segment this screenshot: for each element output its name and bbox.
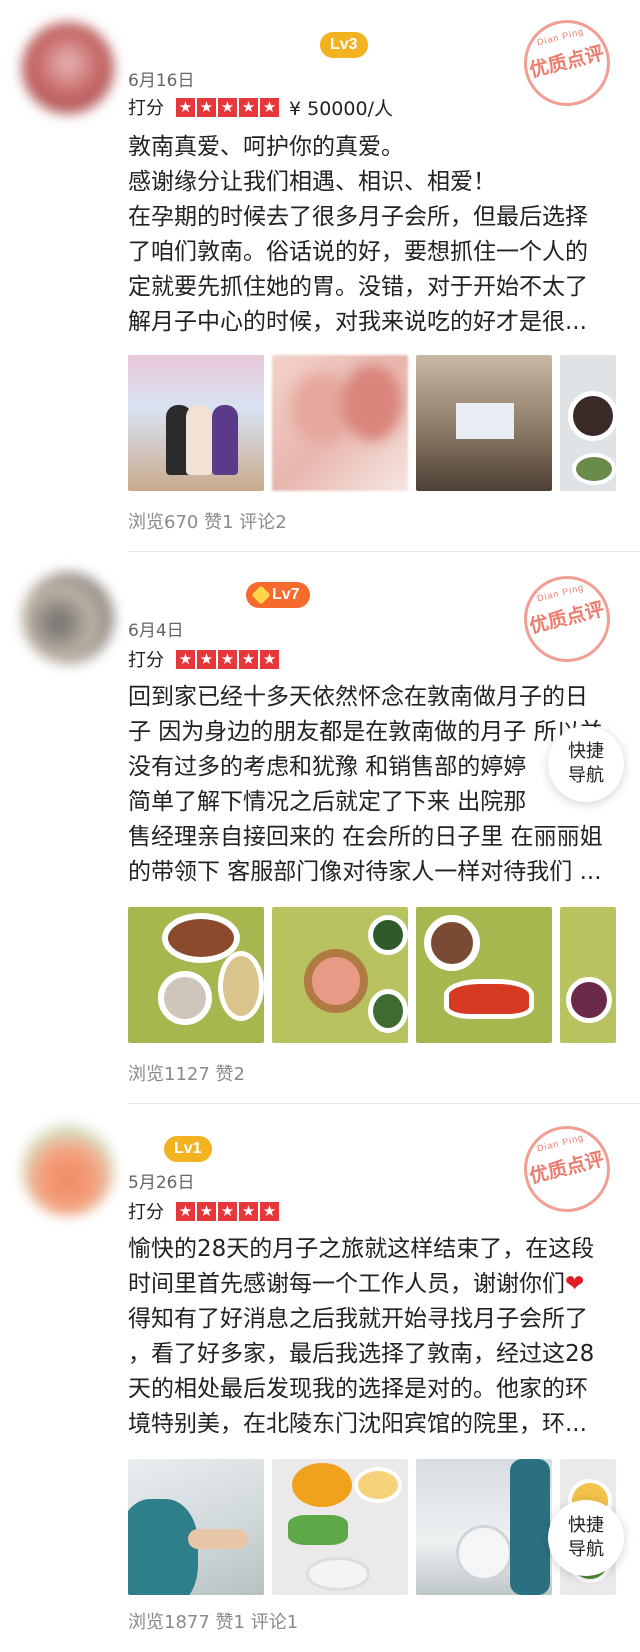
level-badge: Lv1: [164, 1136, 212, 1162]
avatar[interactable]: [22, 22, 114, 114]
review-line: 天的相处最后发现我的选择是对的。他家的环: [128, 1376, 588, 1402]
review-text[interactable]: 回到家已经十多天依然怀念在敦南做月子的日 子 因为身边的朋友都是在敦南做的月子 …: [128, 680, 618, 890]
star-icon: ★: [218, 1201, 237, 1221]
diamond-icon: [251, 585, 271, 605]
review-line: 得知有了好消息之后我就开始寻找月子会所了: [128, 1306, 588, 1332]
review-card[interactable]: Lv1 5月26日 打分 ★ ★ ★ ★ ★ Dian Ping 优质点评 愉快…: [0, 1104, 640, 1652]
username-blurred[interactable]: [128, 582, 238, 606]
photo-thumbnail[interactable]: [416, 355, 552, 491]
star-icon: ★: [239, 649, 258, 669]
username-blurred[interactable]: [128, 32, 308, 56]
review-text[interactable]: 敦南真爱、呵护你的真爱。 感谢缘分让我们相遇、相识、相爱！ 在孕期的时候去了很多…: [128, 130, 618, 340]
quality-review-stamp-icon: Dian Ping 优质点评: [514, 10, 620, 116]
review-line: ，看了好多家，最后我选择了敦南，经过这28: [128, 1341, 595, 1367]
star-icon: ★: [218, 97, 237, 117]
star-icon: ★: [239, 97, 258, 117]
photo-strip[interactable]: [128, 355, 616, 491]
review-line: 定就要先抓住她的胃。没错，对于开始不太了: [128, 274, 588, 300]
star-icon: ★: [176, 1201, 195, 1221]
review-line: 时间里首先感谢每一个工作人员，谢谢你们❤: [128, 1271, 585, 1297]
username-blurred[interactable]: [128, 1134, 150, 1158]
score-row: 打分 ★ ★ ★ ★ ★: [128, 646, 281, 672]
quick-nav-button[interactable]: 快捷 导航: [548, 1500, 624, 1576]
star-icon: ★: [260, 97, 279, 117]
review-line: 售经理亲自接回来的 在会所的日子里 在丽丽姐: [128, 824, 603, 850]
quality-review-stamp-icon: Dian Ping 优质点评: [514, 1116, 620, 1222]
star-icon: ★: [176, 97, 195, 117]
review-line: 境特别美，在北陵东门沈阳宾馆的院里，环...: [128, 1411, 587, 1437]
score-label: 打分: [128, 1202, 164, 1223]
review-line: 子 因为身边的朋友都是在敦南做的月子 所以并: [128, 719, 603, 745]
star-icon: ★: [239, 1201, 258, 1221]
review-stats: 浏览670 赞1 评论2: [128, 512, 287, 533]
review-stats: 浏览1127 赞2: [128, 1064, 245, 1085]
review-line: 回到家已经十多天依然怀念在敦南做月子的日: [128, 684, 588, 710]
level-badge: Lv3: [320, 32, 368, 58]
review-card[interactable]: Lv7 6月4日 打分 ★ ★ ★ ★ ★ Dian Ping 优质点评 回到家…: [0, 552, 640, 1104]
review-stats: 浏览1877 赞1 评论1: [128, 1612, 299, 1633]
star-rating: ★ ★ ★ ★ ★: [176, 1201, 281, 1221]
review-line: 的带领下 客服部门像对待家人一样对待我们 ...: [128, 859, 602, 885]
photo-thumbnail[interactable]: [128, 355, 264, 491]
review-line: 了咱们敦南。俗话说的好，要想抓住一个人的: [128, 239, 588, 265]
star-icon: ★: [260, 1201, 279, 1221]
review-date: 6月4日: [128, 621, 184, 641]
avatar[interactable]: [22, 1124, 114, 1216]
review-line: 愉快的28天的月子之旅就这样结束了，在这段: [128, 1236, 595, 1262]
photo-strip[interactable]: [128, 907, 616, 1043]
review-date: 5月26日: [128, 1173, 195, 1193]
star-rating: ★ ★ ★ ★ ★: [176, 649, 281, 669]
photo-thumbnail[interactable]: [272, 907, 408, 1043]
quality-review-stamp-icon: Dian Ping 优质点评: [514, 566, 620, 672]
star-icon: ★: [176, 649, 195, 669]
photo-thumbnail[interactable]: [560, 355, 616, 491]
review-line: 简单了解下情况之后就定了下来 出院那: [128, 789, 527, 815]
review-line: 感谢缘分让我们相遇、相识、相爱！: [128, 169, 496, 195]
photo-thumbnail[interactable]: [416, 1459, 552, 1595]
photo-thumbnail[interactable]: [416, 907, 552, 1043]
star-icon: ★: [197, 1201, 216, 1221]
review-line: 没有过多的考虑和犹豫 和销售部的婷婷: [128, 754, 527, 780]
star-icon: ★: [197, 649, 216, 669]
heart-icon: ❤: [565, 1271, 585, 1297]
photo-thumbnail[interactable]: [560, 907, 616, 1043]
review-text[interactable]: 愉快的28天的月子之旅就这样结束了，在这段 时间里首先感谢每一个工作人员，谢谢你…: [128, 1232, 618, 1442]
star-icon: ★: [197, 97, 216, 117]
star-icon: ★: [218, 649, 237, 669]
quick-nav-button[interactable]: 快捷 导航: [548, 726, 624, 802]
photo-strip[interactable]: [128, 1459, 616, 1595]
price-per-person: ¥ 50000/人: [289, 97, 393, 120]
score-row: 打分 ★ ★ ★ ★ ★: [128, 1198, 281, 1224]
review-line: 解月子中心的时候，对我来说吃的好才是很...: [128, 309, 587, 335]
photo-thumbnail[interactable]: [272, 1459, 408, 1595]
star-rating: ★ ★ ★ ★ ★: [176, 97, 281, 117]
score-row: 打分 ★ ★ ★ ★ ★ ¥ 50000/人: [128, 94, 393, 120]
review-line: 在孕期的时候去了很多月子会所，但最后选择: [128, 204, 588, 230]
photo-thumbnail[interactable]: [128, 1459, 264, 1595]
photo-thumbnail[interactable]: [272, 355, 408, 491]
avatar[interactable]: [22, 572, 114, 664]
level-badge: Lv7: [246, 582, 310, 608]
photo-thumbnail[interactable]: [128, 907, 264, 1043]
review-date: 6月16日: [128, 71, 195, 91]
star-icon: ★: [260, 649, 279, 669]
score-label: 打分: [128, 650, 164, 671]
score-label: 打分: [128, 98, 164, 119]
review-card[interactable]: Lv3 6月16日 打分 ★ ★ ★ ★ ★ ¥ 50000/人 Dian Pi…: [0, 0, 640, 552]
review-line: 敦南真爱、呵护你的真爱。: [128, 134, 404, 160]
